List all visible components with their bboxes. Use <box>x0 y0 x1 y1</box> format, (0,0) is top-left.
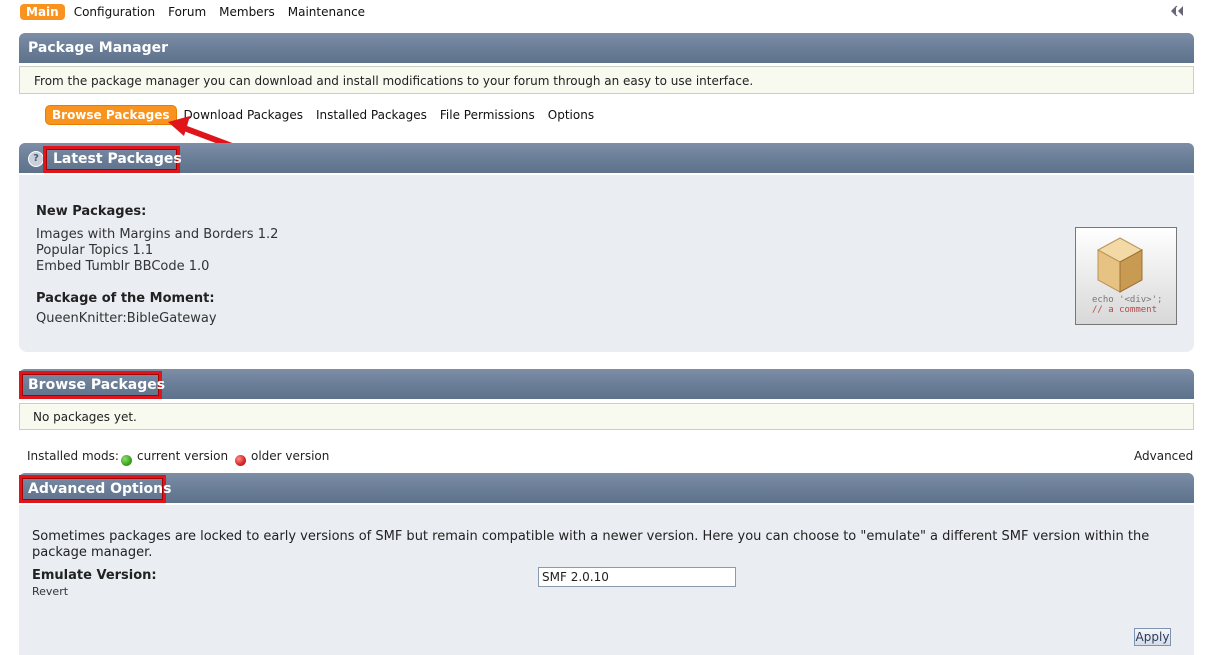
browse-packages-title: Browse Packages <box>28 377 166 393</box>
older-version-label: older version <box>251 449 330 463</box>
current-version-label: current version <box>137 449 229 463</box>
emulate-version-input[interactable]: SMF 2.0.10 <box>538 567 736 587</box>
package-of-moment-item[interactable]: QueenKnitter:BibleGateway <box>36 311 217 326</box>
top-nav: Main Configuration Forum Members Mainten… <box>20 3 378 21</box>
revert-link[interactable]: Revert <box>32 585 68 598</box>
new-package-item[interactable]: Popular Topics 1.1 <box>36 243 153 258</box>
advanced-link[interactable]: Advanced <box>1134 449 1193 463</box>
tab-file-permissions[interactable]: File Permissions <box>440 108 535 122</box>
tab-browse-packages[interactable]: Browse Packages <box>45 105 177 125</box>
tab-installed-packages[interactable]: Installed Packages <box>316 108 427 122</box>
emulate-version-label: Emulate Version: <box>32 568 157 583</box>
package-image: echo '<div>'; // a comment <box>1075 227 1177 325</box>
package-subtabs: Browse Packages Download Packages Instal… <box>45 105 607 125</box>
nav-maintenance[interactable]: Maintenance <box>288 5 365 19</box>
collapse-sidebar-icon[interactable] <box>1169 5 1185 17</box>
nav-main[interactable]: Main <box>20 4 65 20</box>
browse-packages-empty: No packages yet. <box>19 403 1194 430</box>
package-image-text: // a comment <box>1092 305 1158 315</box>
description-text: From the package manager you can downloa… <box>34 74 754 88</box>
apply-button[interactable]: Apply <box>1134 628 1171 646</box>
help-icon[interactable]: ? <box>28 151 44 167</box>
no-packages-text: No packages yet. <box>33 410 137 424</box>
nav-members[interactable]: Members <box>219 5 275 19</box>
latest-packages-title: Latest Packages <box>53 151 182 167</box>
new-packages-heading: New Packages: <box>36 204 147 219</box>
older-version-dot-icon <box>235 455 246 466</box>
new-package-item[interactable]: Embed Tumblr BBCode 1.0 <box>36 259 209 274</box>
package-image-text: echo '<div>'; <box>1092 295 1163 305</box>
latest-packages-body: New Packages: Images with Margins and Bo… <box>19 175 1194 352</box>
tab-options[interactable]: Options <box>548 108 594 122</box>
latest-packages-header <box>19 143 1194 173</box>
nav-forum[interactable]: Forum <box>168 5 206 19</box>
page-title: Package Manager <box>28 40 168 56</box>
advanced-options-title: Advanced Options <box>28 481 172 497</box>
browse-packages-header <box>19 369 1194 399</box>
advanced-description: Sometimes packages are locked to early v… <box>32 529 1150 560</box>
advanced-options-header <box>19 473 1194 503</box>
installed-mods-label: Installed mods: <box>27 449 119 463</box>
package-manager-description: From the package manager you can downloa… <box>19 66 1194 94</box>
nav-configuration[interactable]: Configuration <box>74 5 155 19</box>
new-package-item[interactable]: Images with Margins and Borders 1.2 <box>36 227 278 242</box>
advanced-options-body: Sometimes packages are locked to early v… <box>19 505 1194 655</box>
package-manager-header: Package Manager <box>19 33 1194 63</box>
current-version-dot-icon <box>121 455 132 466</box>
package-of-moment-heading: Package of the Moment: <box>36 291 215 306</box>
